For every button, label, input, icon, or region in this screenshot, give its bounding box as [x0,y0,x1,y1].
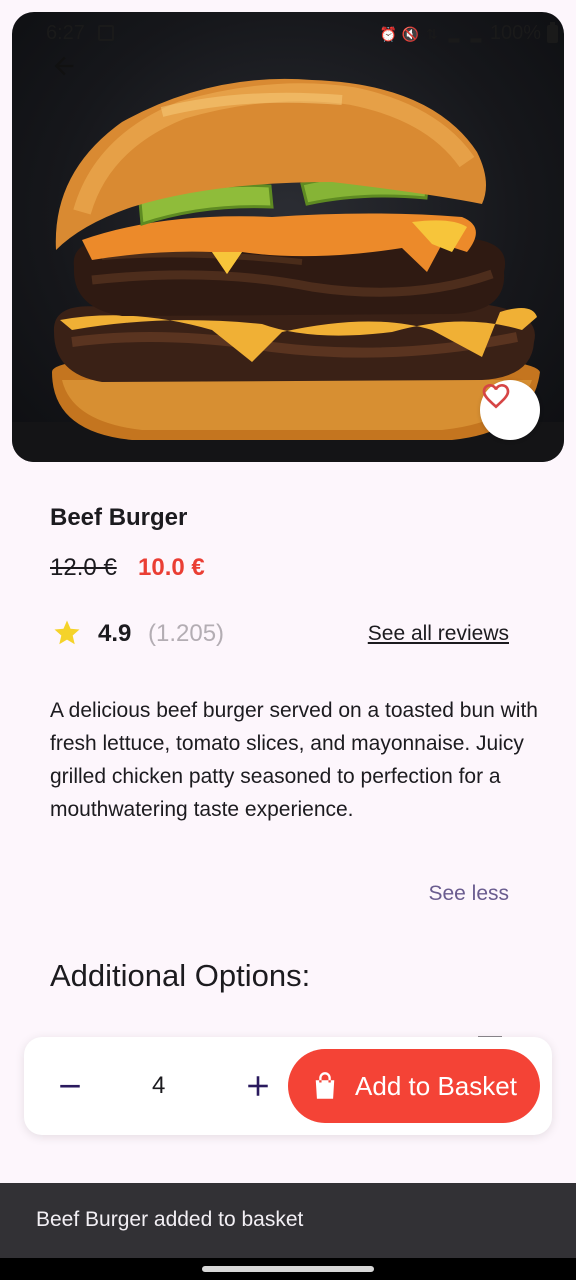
sale-price: 10.0 € [138,554,205,581]
snackbar-message: Beef Burger added to basket [36,1208,304,1231]
add-to-basket-label: Add to Basket [355,1070,517,1101]
snackbar: Beef Burger added to basket [0,1183,576,1258]
product-image: 6:27 ⏰ 🔇 ⇅ ▂ ▂ 100% [12,12,564,462]
decrease-quantity-button[interactable] [50,1066,90,1106]
status-indicators: ⏰ 🔇 ⇅ ▂ ▂ 100% [379,21,558,45]
mute-icon: 🔇 [401,25,420,42]
add-to-basket-button[interactable]: Add to Basket [288,1049,540,1123]
back-button[interactable] [50,52,94,92]
gesture-handle[interactable] [202,1266,374,1272]
product-title: Beef Burger [50,504,188,531]
status-bar: 6:27 ⏰ 🔇 ⇅ ▂ ▂ 100% [12,12,564,52]
heart-outline-icon [482,384,510,409]
arrow-left-icon [54,56,74,76]
star-icon [54,620,80,645]
alarm-icon: ⏰ [379,25,398,42]
rating-value: 4.9 [98,620,132,647]
favorite-button[interactable] [480,380,540,440]
see-all-reviews-link[interactable]: See all reviews [368,622,509,646]
see-less-link[interactable]: See less [428,882,509,906]
order-bar: 4 Add to Basket [24,1037,552,1135]
signal-icon: ▂ [448,25,460,42]
original-price: 12.0 € [50,554,117,581]
minus-icon [60,1084,80,1088]
battery-percent: 100% [489,22,541,44]
quantity-value: 4 [152,1072,166,1099]
product-description: A delicious beef burger served on a toas… [50,699,538,821]
network-icon: ⇅ [425,25,438,42]
signal-icon-2: ▂ [470,25,482,42]
increase-quantity-button[interactable] [238,1066,278,1106]
status-time: 6:27 [46,22,85,44]
product-detail-screen: 6:27 ⏰ 🔇 ⇅ ▂ ▂ 100% Beef Burger 12.0 € 1… [0,0,576,1280]
rating-count: (1.205) [148,620,225,647]
additional-options-heading: Additional Options: [50,958,311,993]
plus-icon [248,1076,268,1096]
shopping-bag-icon [315,1072,335,1099]
battery-icon [547,21,558,43]
image-notification-icon [98,25,114,41]
